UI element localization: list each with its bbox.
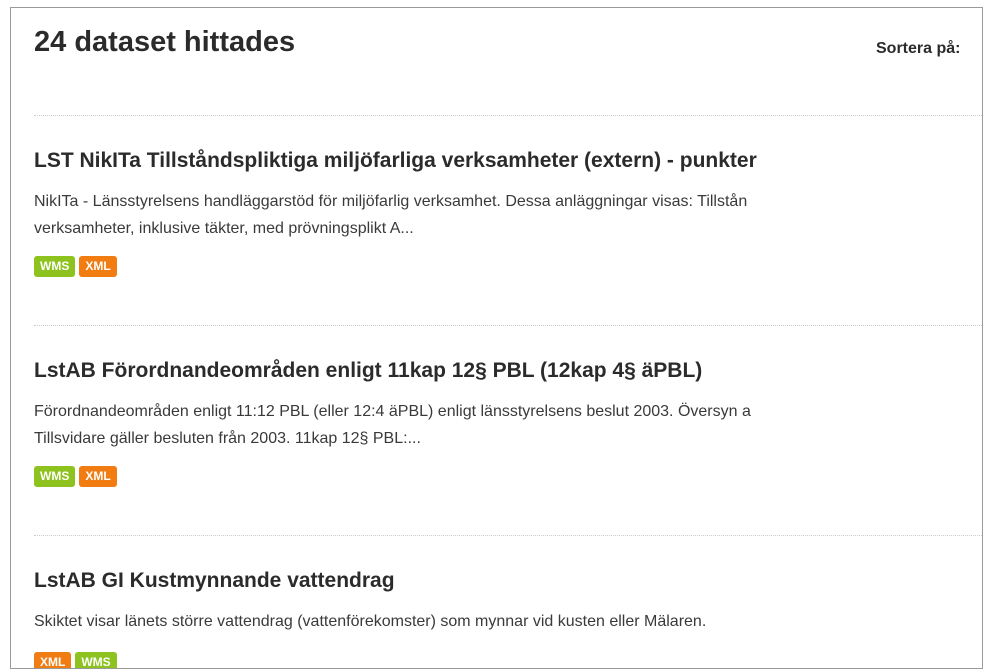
format-badges: XML WMS [34,652,117,668]
divider [34,325,982,326]
result-description: Förordnandeområden enligt 11:12 PBL (ell… [34,398,751,452]
result-description-line: NikITa - Länsstyrelsens handläggarstöd f… [34,193,748,210]
divider [34,535,982,536]
xml-badge[interactable]: XML [79,466,117,487]
result-title-link[interactable]: LstAB Förordnandeområden enligt 11kap 12… [34,359,702,383]
result-title-link[interactable]: LST NikITa Tillståndspliktiga miljöfarli… [34,149,757,173]
result-description: NikITa - Länsstyrelsens handläggarstöd f… [34,188,747,242]
xml-badge[interactable]: XML [79,256,117,277]
result-description-line: Tillsvidare gäller besluten från 2003. 1… [34,430,421,447]
wms-badge[interactable]: WMS [34,466,76,487]
result-description-line: verksamheter, inklusive täkter, med pröv… [34,220,414,237]
sort-label[interactable]: Sortera på: [876,40,960,58]
format-badges: WMS XML [34,256,117,277]
divider [34,115,982,116]
result-description-line: Skiktet visar länets större vattendrag (… [34,613,707,630]
xml-badge[interactable]: XML [34,652,72,668]
result-title-link[interactable]: LstAB GI Kustmynnande vattendrag [34,569,395,593]
wms-badge[interactable]: WMS [34,256,76,277]
format-badges: WMS XML [34,466,117,487]
search-results-panel: 24 dataset hittades Sortera på: LST NikI… [10,7,983,669]
wms-badge[interactable]: WMS [75,652,117,668]
result-description-line: Förordnandeområden enligt 11:12 PBL (ell… [34,403,751,420]
result-description: Skiktet visar länets större vattendrag (… [34,608,706,635]
results-header: 24 dataset hittades Sortera på: [34,26,982,66]
result-count-heading: 24 dataset hittades [34,26,296,58]
